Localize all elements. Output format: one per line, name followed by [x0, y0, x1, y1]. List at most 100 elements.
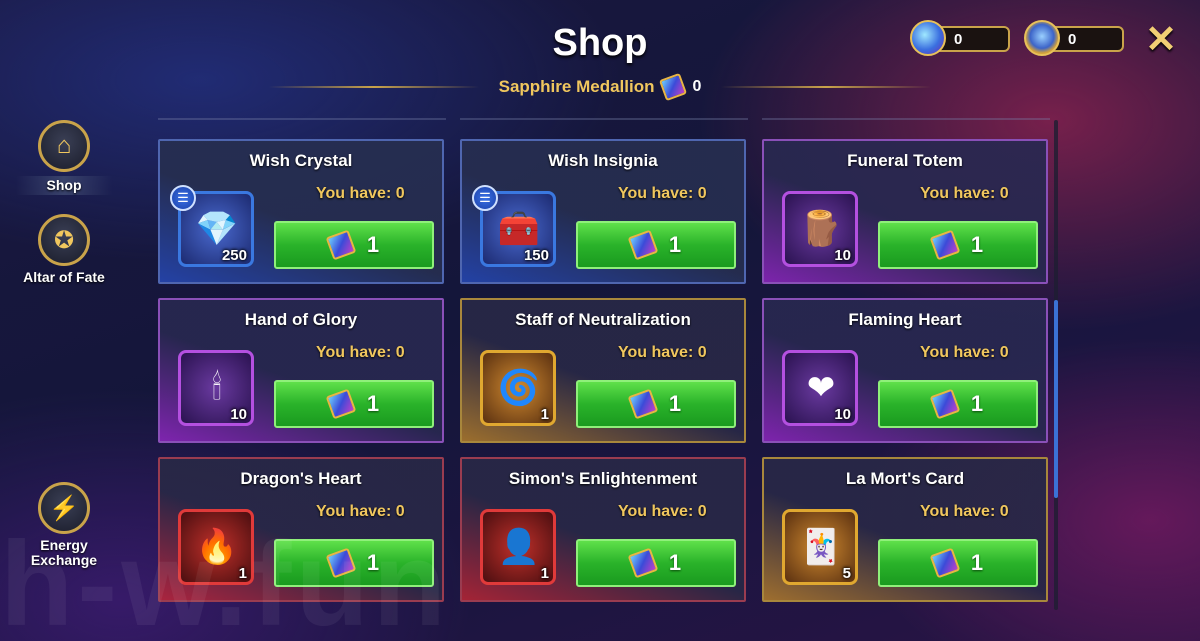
- item-icon[interactable]: ❤ 10: [782, 350, 858, 426]
- sapphire-medallion-icon: [325, 388, 357, 420]
- sapphire-medallion-icon: [325, 547, 357, 579]
- sidebar-item-label: Altar of Fate: [23, 269, 105, 285]
- price-label: 1: [366, 391, 380, 416]
- buy-button[interactable]: 1: [576, 221, 736, 269]
- sapphire-medallion-icon: [929, 388, 961, 420]
- item-owned-count: You have: 0: [618, 503, 707, 520]
- buy-button[interactable]: 1: [274, 221, 434, 269]
- buy-button[interactable]: 1: [878, 539, 1038, 587]
- shop-icon: ⌂: [38, 120, 90, 172]
- shop-item-card: Hand of Glory You have: 0 🕯 10 1: [158, 298, 444, 443]
- sapphire-medallion-icon: [325, 229, 357, 261]
- item-name: Simon's Enlightenment: [508, 469, 698, 488]
- sapphire-medallion-icon: [627, 388, 659, 420]
- shop-item-card: Wish Crystal You have: 0 ☰ 💎 250 1: [158, 139, 444, 284]
- item-art-icon: 👤: [497, 528, 541, 566]
- sapphire-medallion-icon: [627, 547, 659, 579]
- item-quantity: 10: [834, 247, 851, 264]
- medal-currency-value: 0: [1068, 30, 1077, 48]
- buy-button[interactable]: 1: [576, 539, 736, 587]
- item-owned-count: You have: 0: [618, 344, 707, 361]
- energy-gem-icon: [910, 20, 946, 56]
- item-quantity: 1: [238, 565, 247, 582]
- sidebar-item-label: Energy Exchange: [30, 537, 98, 568]
- item-name: La Mort's Card: [845, 469, 965, 488]
- sapphire-medallion-icon: [659, 72, 688, 102]
- list-info-icon[interactable]: ☰: [170, 185, 196, 211]
- shop-item-card: Wish Insignia You have: 0 ☰ 🧰 150 1: [460, 139, 746, 284]
- item-icon[interactable]: 🔥 1: [178, 509, 254, 585]
- item-art-icon: 🃏: [799, 528, 843, 566]
- currency-header: Sapphire Medallion 0: [0, 72, 1200, 102]
- shop-item-card: Flaming Heart You have: 0 ❤ 10 1: [762, 298, 1048, 443]
- divider: [460, 118, 748, 120]
- item-owned-count: You have: 0: [316, 185, 405, 202]
- sidebar-item-altar-of-fate[interactable]: ✪ Altar of Fate: [16, 214, 112, 285]
- sapphire-medallion-icon: [929, 229, 961, 261]
- page-title: Shop: [552, 22, 648, 64]
- item-quantity: 10: [230, 406, 247, 423]
- item-art-icon: 🔥: [195, 528, 239, 566]
- divider: [268, 86, 479, 88]
- buy-button[interactable]: 1: [878, 380, 1038, 428]
- item-name: Staff of Neutralization: [515, 310, 691, 329]
- price-label: 1: [970, 391, 984, 416]
- buy-button[interactable]: 1: [576, 380, 736, 428]
- shop-item-card: La Mort's Card You have: 0 🃏 5 1: [762, 457, 1048, 602]
- item-owned-count: You have: 0: [316, 344, 405, 361]
- item-name: Dragon's Heart: [240, 469, 362, 488]
- item-quantity: 1: [540, 406, 549, 423]
- shop-item-card: Staff of Neutralization You have: 0 🌀 1 …: [460, 298, 746, 443]
- price-label: 1: [970, 550, 984, 575]
- sidebar-item-energy-exchange[interactable]: ⚡ Energy Exchange: [16, 482, 112, 568]
- sapphire-medallion-icon: [929, 547, 961, 579]
- close-button[interactable]: ✕: [1144, 21, 1178, 59]
- item-icon[interactable]: 🪵 10: [782, 191, 858, 267]
- buy-button[interactable]: 1: [878, 221, 1038, 269]
- star-medal-icon: [1024, 20, 1060, 56]
- item-name: Hand of Glory: [244, 310, 358, 329]
- buy-button[interactable]: 1: [274, 380, 434, 428]
- item-quantity: 150: [523, 247, 549, 264]
- divider: [721, 86, 932, 88]
- item-art-icon: 🌀: [497, 369, 541, 407]
- item-quantity: 10: [834, 406, 851, 423]
- price-label: 1: [970, 232, 984, 257]
- price-label: 1: [366, 550, 380, 575]
- item-name: Funeral Totem: [847, 151, 963, 170]
- buy-button[interactable]: 1: [274, 539, 434, 587]
- price-label: 1: [668, 232, 682, 257]
- medal-currency[interactable]: 0: [1024, 20, 1124, 56]
- divider: [762, 118, 1050, 120]
- item-name: Wish Crystal: [249, 151, 353, 170]
- item-icon[interactable]: 🃏 5: [782, 509, 858, 585]
- item-owned-count: You have: 0: [920, 344, 1009, 361]
- price-label: 1: [668, 391, 682, 416]
- item-name: Flaming Heart: [848, 310, 962, 329]
- item-quantity: 5: [842, 565, 851, 582]
- shop-item-card: Funeral Totem You have: 0 🪵 10 1: [762, 139, 1048, 284]
- item-owned-count: You have: 0: [920, 503, 1009, 520]
- lightning-icon: ⚡: [38, 482, 90, 534]
- sapphire-medallion-icon: [627, 229, 659, 261]
- item-icon[interactable]: 👤 1: [480, 509, 556, 585]
- sidebar-item-shop[interactable]: ⌂ Shop: [16, 120, 112, 195]
- divider: [158, 118, 446, 120]
- list-info-icon[interactable]: ☰: [472, 185, 498, 211]
- item-icon[interactable]: 🌀 1: [480, 350, 556, 426]
- price-label: 1: [668, 550, 682, 575]
- energy-currency[interactable]: 0: [910, 20, 1010, 56]
- shop-item-card: Simon's Enlightenment You have: 0 👤 1 1: [460, 457, 746, 602]
- currency-label: Sapphire Medallion: [498, 77, 655, 96]
- item-quantity: 1: [540, 565, 549, 582]
- item-quantity: 250: [221, 247, 247, 264]
- star-icon: ✪: [38, 214, 90, 266]
- item-owned-count: You have: 0: [316, 503, 405, 520]
- shop-item-card: Dragon's Heart You have: 0 🔥 1 1: [158, 457, 444, 602]
- item-icon[interactable]: 🕯 10: [178, 350, 254, 426]
- item-owned-count: You have: 0: [618, 185, 707, 202]
- item-owned-count: You have: 0: [920, 185, 1009, 202]
- item-name: Wish Insignia: [548, 151, 658, 170]
- scrollbar-thumb[interactable]: [1054, 300, 1058, 498]
- price-label: 1: [366, 232, 380, 257]
